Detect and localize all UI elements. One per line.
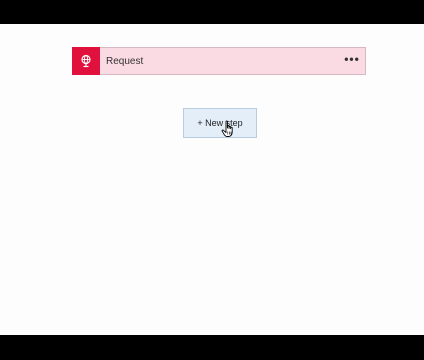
new-step-button[interactable]: + New step [183,108,257,138]
letterbox-bottom [0,335,424,360]
screen: Request ••• + New step [0,0,424,360]
flow-designer-canvas: Request ••• + New step [0,24,424,335]
request-globe-icon [72,46,100,75]
letterbox-top [0,0,424,24]
request-trigger-card[interactable]: Request ••• [72,46,366,75]
trigger-title: Request [106,55,144,67]
more-options-button[interactable]: ••• [339,48,365,74]
hand-pointer-icon [221,120,233,137]
